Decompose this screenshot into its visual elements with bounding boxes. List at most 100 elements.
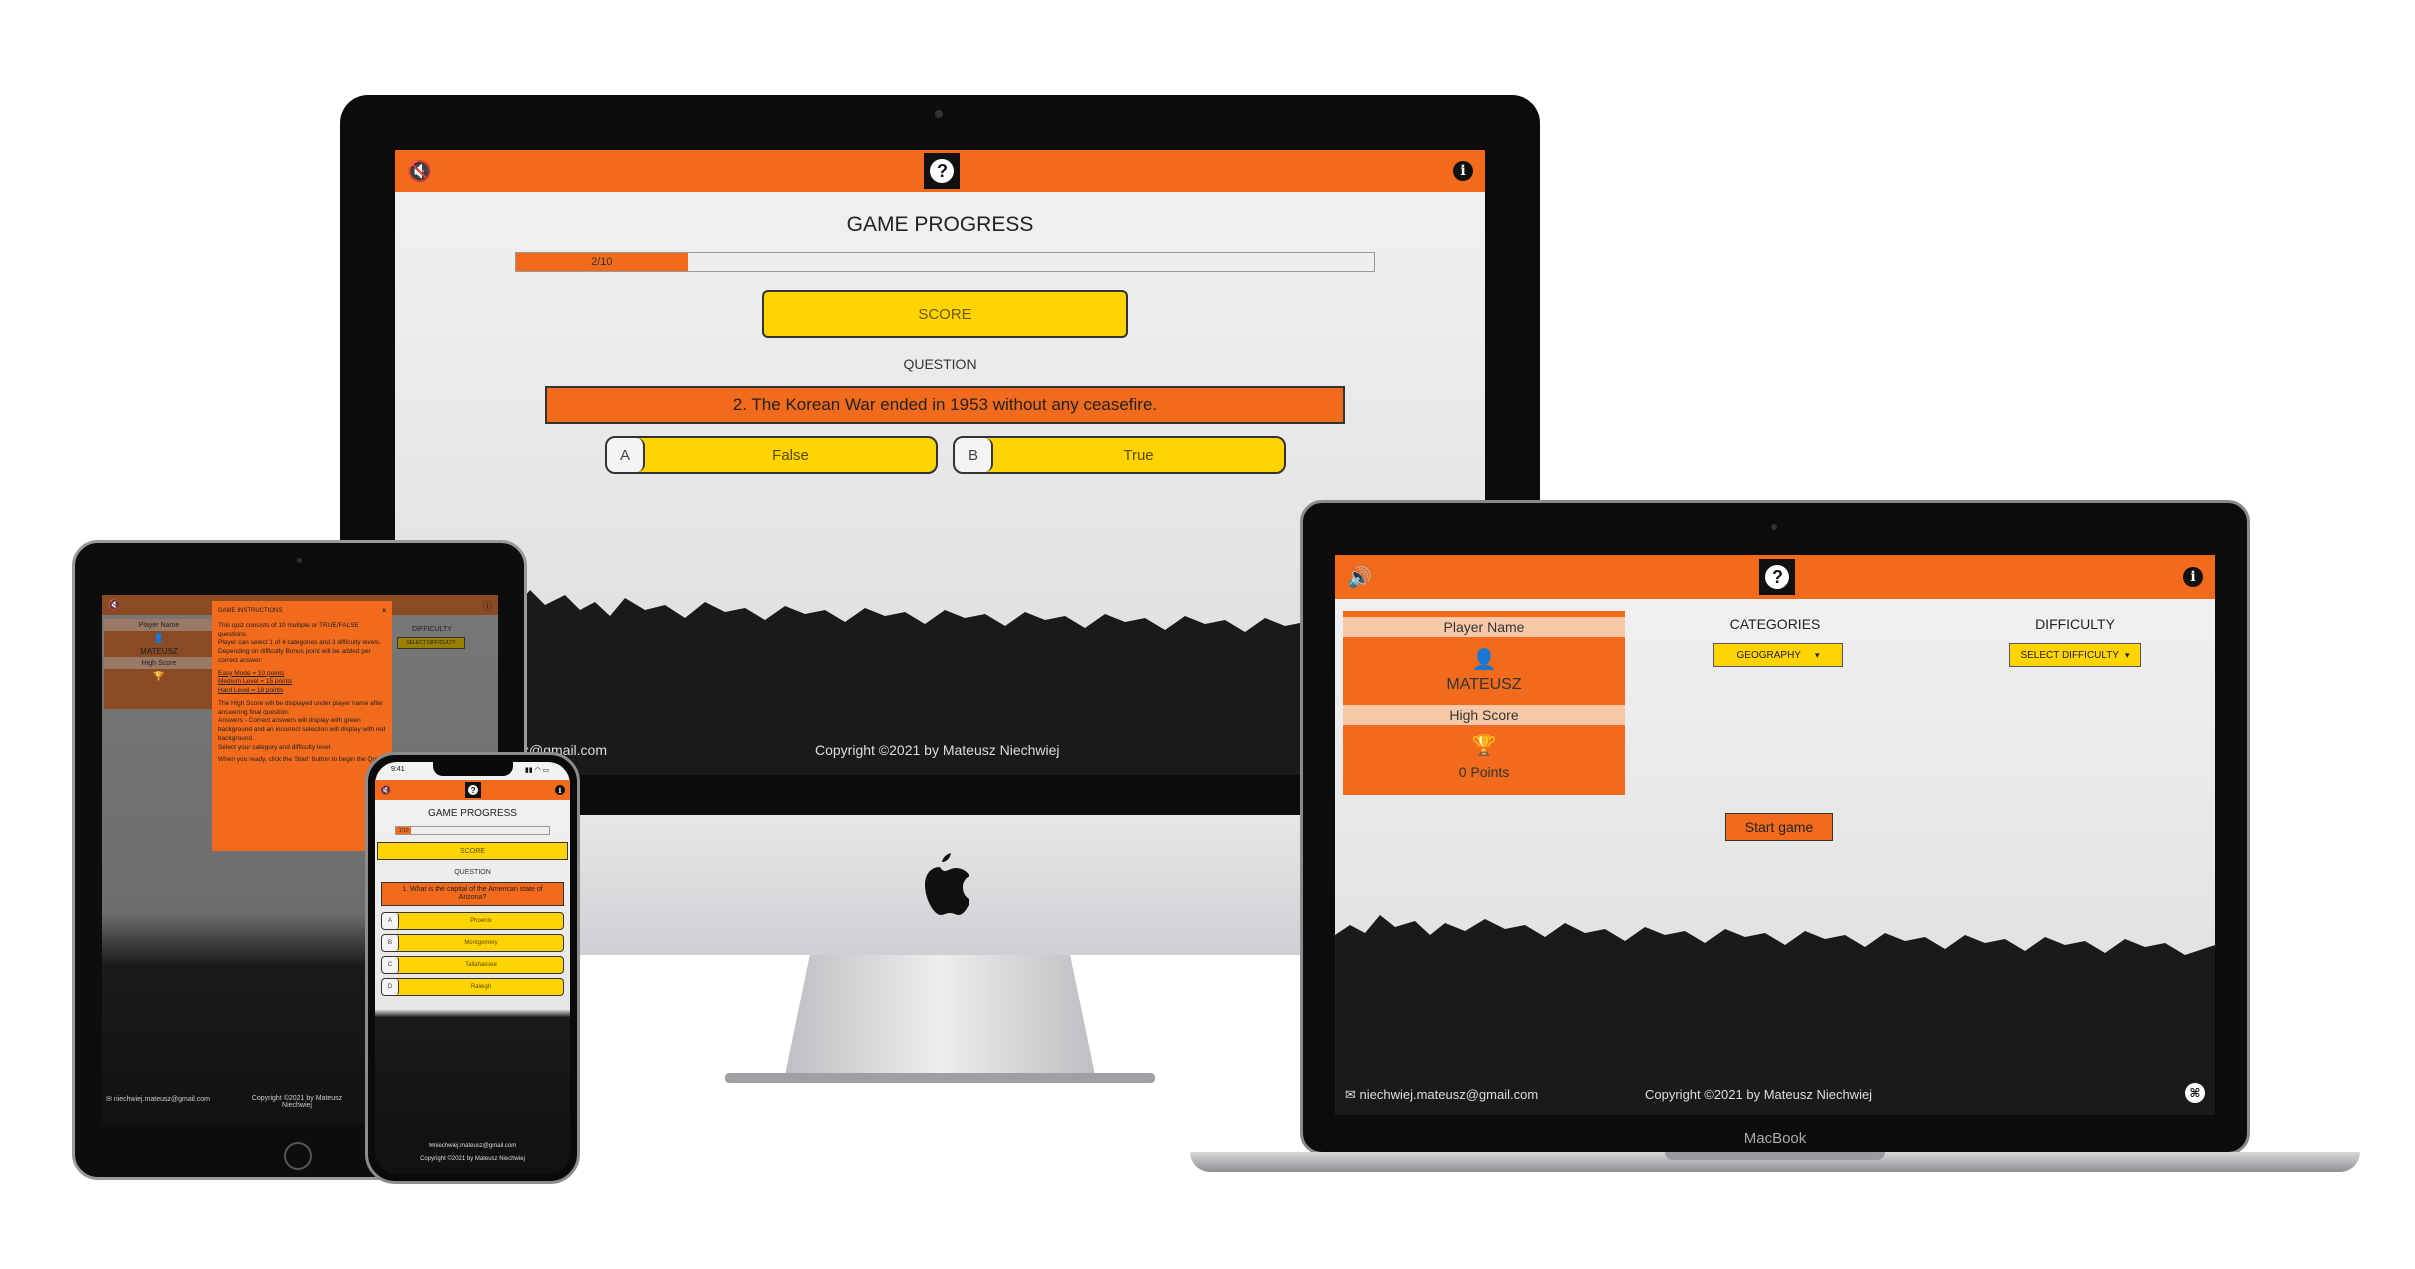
difficulty-select[interactable]: SELECT DIFFICULTY ▾ — [2009, 643, 2141, 667]
top-bar: 🔇 ? i — [395, 150, 1485, 192]
answer-text: Montgomery — [464, 940, 498, 946]
modal-text: Depending on difficulty Bonus point will… — [218, 648, 371, 664]
info-icon[interactable]: ⓘ — [483, 599, 492, 612]
answer-letter: A — [607, 438, 645, 472]
game-progress-heading: GAME PROGRESS — [428, 807, 517, 819]
category-select[interactable]: GEOGRAPHY ▾ — [1713, 643, 1843, 667]
iphone-notch — [433, 762, 513, 776]
player-name-label: Player Name — [104, 619, 214, 631]
mute-icon[interactable]: 🔇 — [380, 785, 391, 796]
player-name: MATEUSZ — [1446, 676, 1522, 693]
trophy-icon: 🏆 — [153, 670, 165, 681]
high-score-label: High Score — [104, 657, 214, 669]
question-box: 2. The Korean War ended in 1953 without … — [545, 386, 1345, 424]
status-icons: ▮▮ ◠ ▭ — [525, 767, 550, 774]
difficulty-select[interactable]: SELECT DIFFICULTY — [397, 637, 465, 649]
answer-text: Raleigh — [470, 984, 492, 990]
progress-bar-fill: 1/10 — [396, 827, 412, 834]
player-panel: Player Name 👤 MATEUSZ High Score 🏆 — [104, 619, 214, 709]
ipad-camera — [297, 558, 302, 563]
macbook: MacBook 🔊 ? i Player Name 👤 MATEUSZ High… — [1190, 500, 2360, 1190]
modal-text: The High Score will be displayed under p… — [218, 699, 384, 716]
start-game-button[interactable]: Start game — [1725, 813, 1833, 841]
high-score-label: High Score — [1343, 705, 1625, 725]
player-name: MATEUSZ — [140, 646, 178, 656]
footer-email[interactable]: ✉ niechwiej.mateusz@gmail.com — [375, 1142, 570, 1150]
category-selected: GEOGRAPHY — [1736, 649, 1801, 661]
answer-a-button[interactable]: A False — [605, 436, 938, 474]
imac-base — [725, 1073, 1155, 1083]
github-icon[interactable]: ⌘ — [2185, 1083, 2205, 1103]
email-text: niechwiej.mateusz@gmail.com — [1359, 1087, 1539, 1102]
answer-d-button[interactable]: D Raleigh — [381, 978, 564, 996]
sound-icon[interactable]: 🔊 — [1347, 565, 1372, 590]
answer-b-button[interactable]: B True — [953, 436, 1286, 474]
modal-text: Select your category and difficulty leve… — [218, 743, 333, 751]
score-label: SCORE — [918, 305, 972, 323]
quiz-logo-icon: ? — [924, 153, 961, 189]
forest-silhouette — [1335, 915, 2215, 1115]
macbook-screen: 🔊 ? i Player Name 👤 MATEUSZ High Score 🏆… — [1335, 555, 2215, 1115]
chevron-down-icon: ▾ — [1814, 649, 1820, 660]
info-icon[interactable]: i — [555, 785, 565, 795]
answer-letter: B — [382, 935, 399, 951]
close-icon[interactable]: x — [382, 607, 386, 616]
score-box: SCORE — [377, 842, 568, 860]
difficulty-selected: SELECT DIFFICULTY — [2020, 649, 2119, 661]
iphone: 9:41 ▮▮ ◠ ▭ 🔇 ? i GAME PROGRESS 1/10 SCO… — [365, 752, 580, 1184]
footer-email[interactable]: ✉ niechwiej.mateusz@gmail.com — [1345, 1087, 1538, 1103]
player-name-label: Player Name — [1343, 617, 1625, 637]
trophy-icon: 🏆 — [1471, 734, 1497, 757]
modal-link: Medium Level = 15 points — [218, 678, 293, 686]
progress-bar: 2/10 — [515, 252, 1375, 272]
answer-text: Phoenix — [470, 918, 492, 924]
user-icon: 👤 — [153, 632, 165, 643]
macbook-camera — [1771, 524, 1777, 530]
question-box: 1. What is the capital of the American s… — [381, 882, 564, 906]
info-icon[interactable]: i — [2183, 567, 2203, 587]
top-bar: 🔊 ? i — [1335, 555, 2215, 599]
macbook-notch — [1665, 1152, 1885, 1160]
progress-bar: 1/10 — [395, 826, 550, 835]
modal-text: Answers - Correct answers will display w… — [218, 717, 386, 742]
progress-label: 1/10 — [398, 827, 409, 834]
quiz-logo-icon: ? — [465, 782, 482, 798]
mute-icon[interactable]: 🔇 — [407, 159, 432, 184]
modal-text: When you ready, click the 'Start' button… — [218, 756, 383, 764]
imac-stand — [785, 955, 1095, 1075]
modal-title: GAME INSTRUCTIONS — [218, 608, 283, 614]
answer-letter: A — [382, 913, 399, 929]
progress-label: 2/10 — [591, 256, 613, 268]
info-icon[interactable]: i — [1453, 161, 1473, 181]
footer-copyright: Copyright ©2021 by Mateusz Niechwiej — [420, 1156, 525, 1162]
envelope-icon: ✉ — [1345, 1087, 1360, 1102]
question-text: 1. What is the capital of the American s… — [402, 885, 543, 901]
ipad-home-button — [284, 1142, 312, 1170]
game-progress-heading: GAME PROGRESS — [846, 213, 1034, 236]
mute-icon[interactable]: 🔇 — [108, 600, 120, 611]
footer-copyright: Copyright ©2021 by Mateusz Niechwiej — [1645, 1087, 1873, 1102]
footer-copyright: Copyright ©2021 by Mateusz Niechwiej — [815, 742, 1060, 758]
modal-link: Easy Mode = 10 points — [218, 669, 285, 677]
answer-a-button[interactable]: A Phoenix — [381, 912, 564, 930]
email-text: niechwiej.mateusz@gmail.com — [433, 1142, 517, 1149]
email-text: niechwiej.mateusz@gmail.com — [113, 1096, 211, 1103]
iphone-screen: 9:41 ▮▮ ◠ ▭ 🔇 ? i GAME PROGRESS 1/10 SCO… — [375, 762, 570, 1174]
player-panel: Player Name 👤 MATEUSZ High Score 🏆 0 Poi… — [1343, 611, 1625, 795]
modal-text: This quiz consists of 10 multiple or TRU… — [218, 621, 359, 638]
user-icon: 👤 — [1471, 648, 1497, 671]
difficulty-label: DIFFICULTY — [412, 625, 452, 633]
top-bar: 🔇 ? i — [375, 780, 570, 800]
chevron-down-icon: ▾ — [2125, 649, 2130, 660]
question-label: QUESTION — [903, 356, 977, 372]
modal-text: Player can select 1 of 4 categories and … — [218, 639, 381, 647]
answer-b-button[interactable]: B Montgomery — [381, 934, 564, 952]
progress-bar-fill: 2/10 — [516, 253, 688, 271]
question-text: 2. The Korean War ended in 1953 without … — [732, 395, 1158, 414]
answer-c-button[interactable]: C Tallahassee — [381, 956, 564, 974]
answer-letter: C — [382, 957, 399, 973]
footer-copyright: Copyright ©2021 by Mateusz Niechwiej — [251, 1095, 343, 1109]
answer-text: Tallahassee — [465, 962, 497, 968]
footer-email[interactable]: ✉ niechwiej.mateusz@gmail.com — [106, 1095, 210, 1103]
macbook-brand: MacBook — [1743, 1129, 1807, 1147]
